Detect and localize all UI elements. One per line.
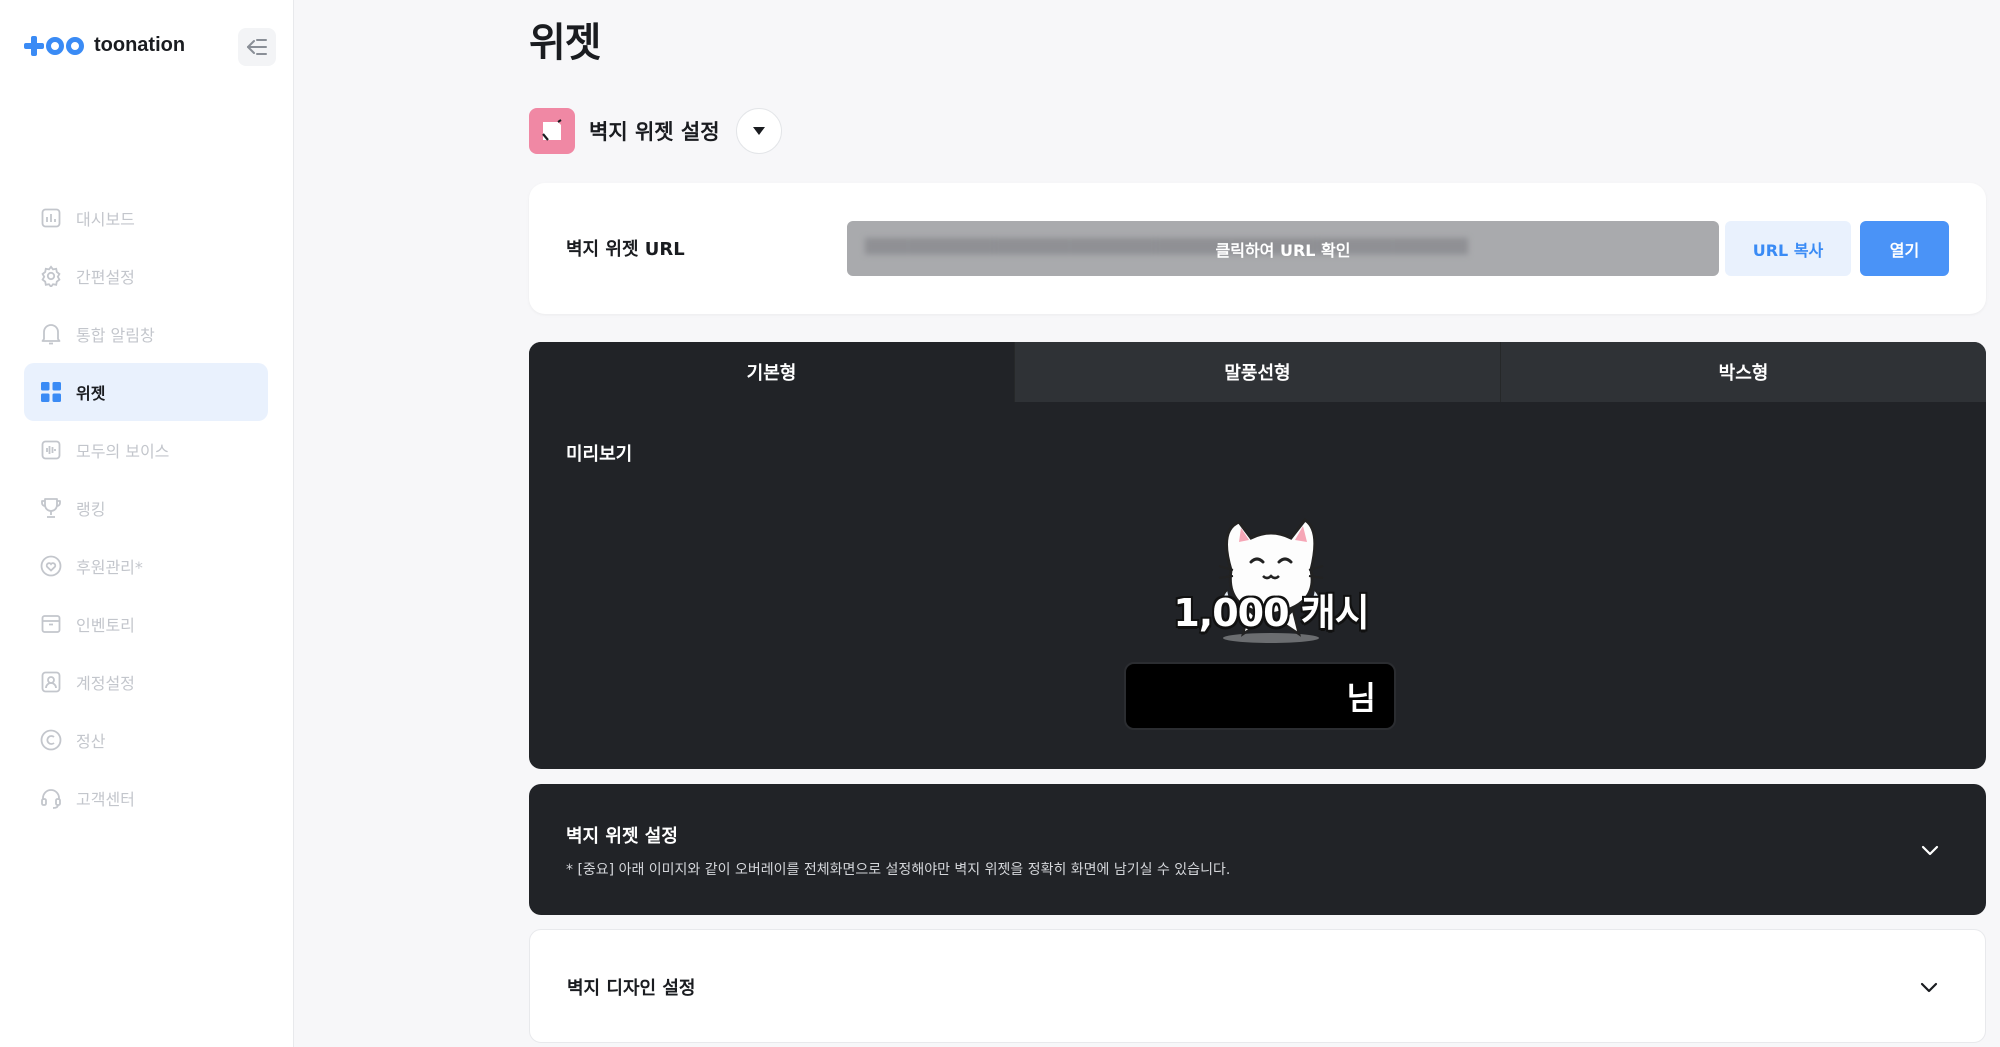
sidebar-item-support[interactable]: 고객센터 bbox=[24, 769, 268, 827]
heart-icon bbox=[40, 555, 62, 577]
widget-url-label: 벽지 위젯 URL bbox=[566, 239, 685, 260]
tab-box[interactable]: 박스형 bbox=[1500, 342, 1986, 402]
url-reveal-hint: 클릭하여 URL 확인 bbox=[1215, 240, 1351, 260]
sidebar-item-inventory[interactable]: 인벤토리 bbox=[24, 595, 268, 653]
account-icon bbox=[40, 671, 62, 693]
sidebar-item-label: 통합 알림창 bbox=[76, 326, 155, 345]
chevron-down-icon[interactable] bbox=[1920, 840, 1940, 860]
sidebar: toonation 대시보드 간편설정 통합 알림창 위젯 모두의 보이스 랭킹… bbox=[0, 0, 294, 1047]
sidebar-item-donations[interactable]: 후원관리* bbox=[24, 537, 268, 595]
wallpaper-design-settings[interactable]: 벽지 디자인 설정 bbox=[529, 929, 1986, 1043]
sidebar-item-label: 랭킹 bbox=[76, 500, 106, 519]
sidebar-item-label: 인벤토리 bbox=[76, 616, 135, 635]
sidebar-item-label: 정산 bbox=[76, 732, 106, 751]
sidebar-item-quick-settings[interactable]: 간편설정 bbox=[24, 247, 268, 305]
sidebar-item-label: 간편설정 bbox=[76, 268, 135, 287]
brand-logo[interactable]: toonation bbox=[24, 34, 185, 57]
chart-icon bbox=[40, 207, 62, 229]
grid-icon bbox=[40, 381, 62, 403]
sidebar-item-label: 계정설정 bbox=[76, 674, 135, 693]
widget-selector[interactable]: 벽지 위젯 설정 bbox=[529, 108, 782, 154]
section-title: 벽지 디자인 설정 bbox=[567, 978, 696, 999]
gear-icon bbox=[40, 265, 62, 287]
sidebar-item-settlement[interactable]: 정산 bbox=[24, 711, 268, 769]
nickname-suffix: 님 bbox=[1346, 679, 1376, 717]
copyright-icon bbox=[40, 729, 62, 751]
style-tabs: 기본형 말풍선형 박스형 bbox=[529, 342, 1986, 402]
chevron-down-icon[interactable] bbox=[1919, 977, 1939, 997]
caret-down-icon bbox=[752, 127, 765, 135]
sidebar-item-dashboard[interactable]: 대시보드 bbox=[24, 189, 268, 247]
preview-label: 미리보기 bbox=[566, 444, 633, 465]
trophy-icon bbox=[40, 497, 62, 519]
sidebar-item-ranking[interactable]: 랭킹 bbox=[24, 479, 268, 537]
wallpaper-widget-icon bbox=[529, 108, 575, 154]
toonation-logo-icon bbox=[24, 35, 84, 56]
widget-selector-label: 벽지 위젯 설정 bbox=[589, 120, 720, 144]
sidebar-item-label: 대시보드 bbox=[76, 210, 135, 229]
widget-url-field[interactable]: ████████████████████████████████████████… bbox=[847, 221, 1719, 276]
tab-speech-bubble[interactable]: 말풍선형 bbox=[1014, 342, 1500, 402]
section-description: * [중요] 아래 이미지와 같이 오버레이를 전체화면으로 설정해야만 벽지 … bbox=[566, 862, 1231, 878]
section-title: 벽지 위젯 설정 bbox=[566, 826, 678, 847]
headset-icon bbox=[40, 787, 62, 809]
blurred-url-text: ████████████████████████████████████████… bbox=[865, 239, 1468, 255]
sidebar-item-account[interactable]: 계정설정 bbox=[24, 653, 268, 711]
tab-basic[interactable]: 기본형 bbox=[529, 342, 1014, 402]
inventory-icon bbox=[40, 613, 62, 635]
sidebar-item-label: 위젯 bbox=[76, 384, 106, 403]
sidebar-item-label: 모두의 보이스 bbox=[76, 442, 170, 461]
sidebar-item-alerts[interactable]: 통합 알림창 bbox=[24, 305, 268, 363]
sidebar-item-label: 고객센터 bbox=[76, 790, 135, 809]
sidebar-item-label: 후원관리* bbox=[76, 558, 143, 577]
sidebar-nav: 대시보드 간편설정 통합 알림창 위젯 모두의 보이스 랭킹 후원관리* 인벤토… bbox=[24, 189, 268, 827]
page-title: 위젯 bbox=[529, 20, 602, 66]
sidebar-item-voice[interactable]: 모두의 보이스 bbox=[24, 421, 268, 479]
donation-amount: 1,000 캐시 bbox=[1173, 591, 1369, 635]
open-url-button[interactable]: 열기 bbox=[1860, 221, 1949, 276]
sidebar-collapse-button[interactable] bbox=[238, 28, 276, 66]
brand-name: toonation bbox=[94, 34, 186, 56]
widget-url-card: 벽지 위젯 URL ██████████████████████████████… bbox=[529, 183, 1986, 314]
sidebar-item-widget[interactable]: 위젯 bbox=[24, 363, 268, 421]
voice-icon bbox=[40, 439, 62, 461]
nickname-box: 님 bbox=[1124, 662, 1396, 730]
wallpaper-widget-settings[interactable]: 벽지 위젯 설정 * [중요] 아래 이미지와 같이 오버레이를 전체화면으로 … bbox=[529, 784, 1986, 915]
bell-icon bbox=[40, 323, 62, 345]
collapse-menu-icon bbox=[247, 39, 267, 55]
copy-url-button[interactable]: URL 복사 bbox=[1725, 221, 1851, 276]
widget-dropdown-button[interactable] bbox=[735, 108, 782, 154]
